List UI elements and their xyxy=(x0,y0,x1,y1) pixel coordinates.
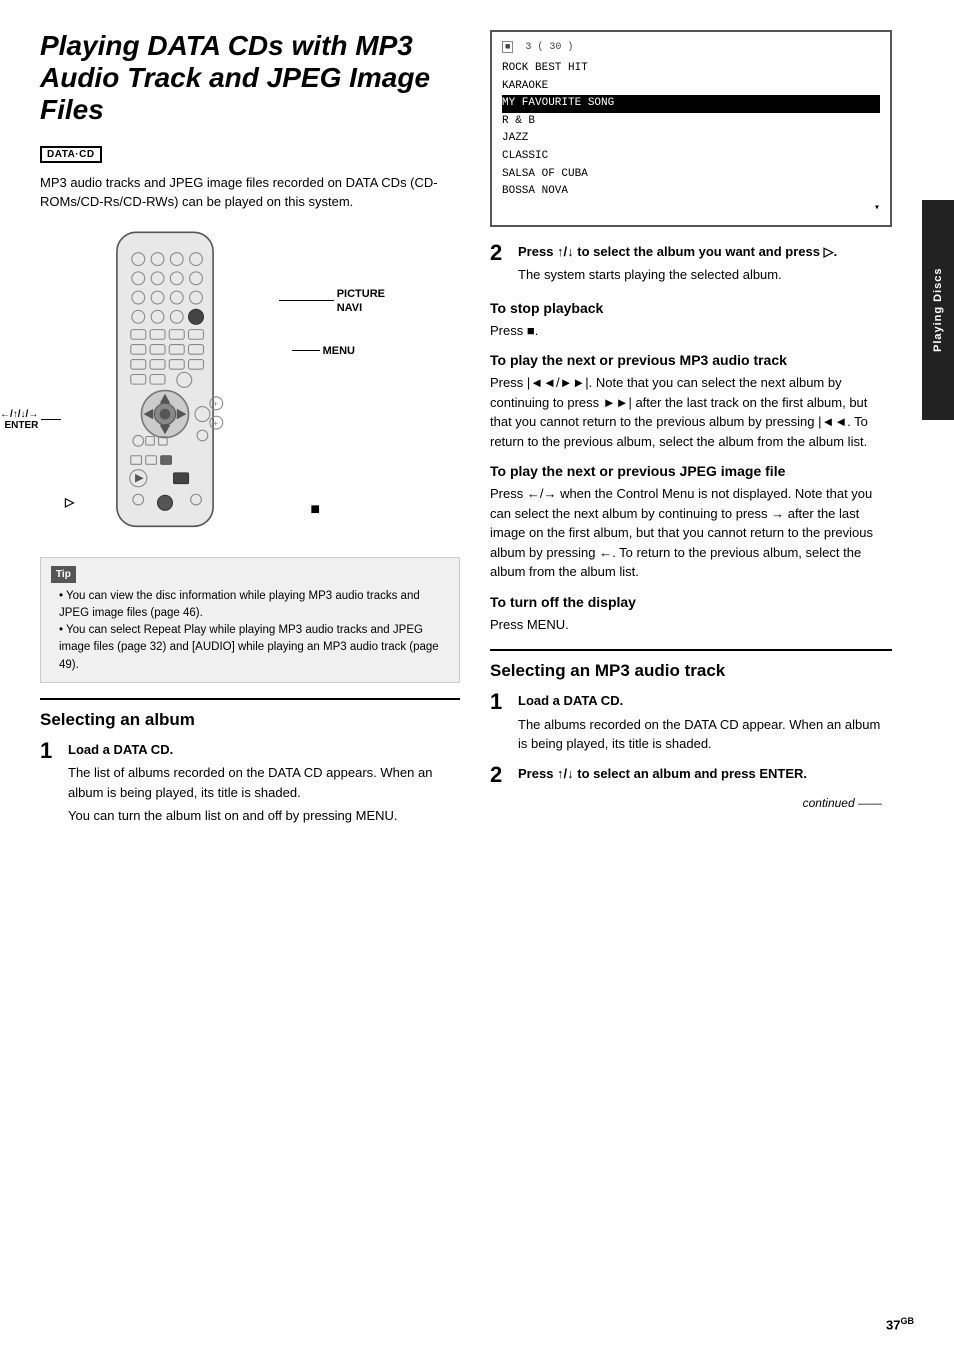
album-item-3: R & B xyxy=(502,113,880,131)
mp3-step-1-instruction: Load a DATA CD. xyxy=(518,693,623,708)
step-2-text: The system starts playing the selected a… xyxy=(518,265,892,285)
page-number: 37GB xyxy=(886,1316,914,1332)
mp3-step-1-number: 1 xyxy=(490,691,510,754)
mp3-step-1: 1 Load a DATA CD. The albums recorded on… xyxy=(490,691,892,754)
step-1-text2: You can turn the album list on and off b… xyxy=(68,806,460,826)
album-item-4: JAZZ xyxy=(502,130,880,148)
mp3-step-2: 2 Press ↑/↓ to select an album and press… xyxy=(490,764,892,786)
data-cd-badge: DATA·CD xyxy=(40,146,102,163)
divider-selecting-mp3 xyxy=(490,649,892,651)
album-header: ■ 3 ( 30 ) xyxy=(502,40,880,56)
tip-item-2: You can select Repeat Play while playing… xyxy=(59,622,449,674)
intro-text: MP3 audio tracks and JPEG image files re… xyxy=(40,173,460,212)
tip-box: Tip You can view the disc information wh… xyxy=(40,557,460,683)
album-item-6: SALSA OF CUBA xyxy=(502,166,880,184)
mp3-track-heading: To play the next or previous MP3 audio t… xyxy=(490,352,892,368)
step-2-number: 2 xyxy=(490,242,510,285)
page-title: Playing DATA CDs with MP3 Audio Track an… xyxy=(40,30,460,127)
turn-off-text: Press MENU. xyxy=(490,615,892,635)
stop-label: ■ xyxy=(310,501,320,519)
picture-navi-label: PICTURE NAVI xyxy=(279,287,385,316)
album-down-arrow: ▾ xyxy=(502,201,880,217)
mp3-step-2-instruction: Press ↑/↓ to select an album and press E… xyxy=(518,766,807,781)
remote-diagram: + + xyxy=(50,227,300,547)
enter-label: ←/↑/↓/→ENTER xyxy=(0,387,61,453)
step-2-select-album: 2 Press ↑/↓ to select the album you want… xyxy=(490,242,892,285)
step-1-number: 1 xyxy=(40,740,60,826)
step-1-select-album: 1 Load a DATA CD. The list of albums rec… xyxy=(40,740,460,826)
album-item-0: ROCK BEST HIT xyxy=(502,60,880,78)
stop-playback-heading: To stop playback xyxy=(490,300,892,316)
album-item-1: KARAOKE xyxy=(502,78,880,96)
step-1-text1: The list of albums recorded on the DATA … xyxy=(68,763,460,802)
mp3-step-2-number: 2 xyxy=(490,764,510,786)
album-item-5: CLASSIC xyxy=(502,148,880,166)
svg-text:+: + xyxy=(213,398,218,408)
selecting-mp3-heading: Selecting an MP3 audio track xyxy=(490,661,892,681)
step-1-instruction: Load a DATA CD. xyxy=(68,742,173,757)
side-tab: Playing Discs xyxy=(922,200,954,420)
play-label: ▷ xyxy=(65,495,74,509)
jpeg-file-heading: To play the next or previous JPEG image … xyxy=(490,463,892,479)
album-display: ■ 3 ( 30 ) ROCK BEST HIT KARAOKE MY FAVO… xyxy=(490,30,892,227)
jpeg-file-text: Press ←/→ when the Control Menu is not d… xyxy=(490,484,892,582)
tip-item-1: You can view the disc information while … xyxy=(59,588,449,623)
album-item-highlighted: MY FAVOURITE SONG xyxy=(502,95,880,113)
svg-text:+: + xyxy=(213,417,218,427)
divider-selecting-album xyxy=(40,698,460,700)
mp3-step-1-text: The albums recorded on the DATA CD appea… xyxy=(518,715,892,754)
mp3-track-text: Press |◄◄/►►|. Note that you can select … xyxy=(490,373,892,451)
turn-off-heading: To turn off the display xyxy=(490,594,892,610)
stop-playback-text: Press ■. xyxy=(490,321,892,341)
menu-label: MENU xyxy=(292,345,355,357)
tip-label: Tip xyxy=(51,566,76,583)
album-item-7: BOSSA NOVA xyxy=(502,183,880,201)
continued-label: continued xyxy=(490,796,892,810)
step-2-instruction: Press ↑/↓ to select the album you want a… xyxy=(518,244,837,259)
remote-svg: + + xyxy=(50,227,280,537)
selecting-album-heading: Selecting an album xyxy=(40,710,460,730)
